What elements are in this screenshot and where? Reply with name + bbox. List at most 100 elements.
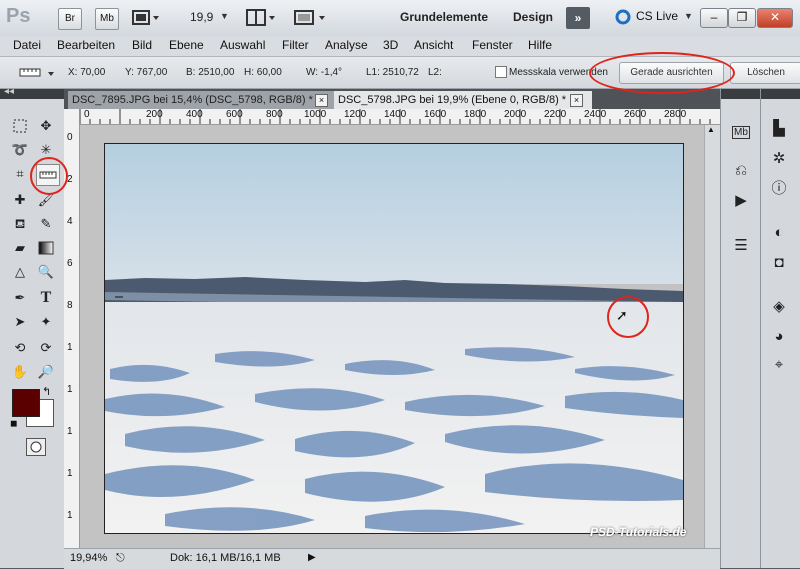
- marquee-tool-icon[interactable]: [10, 116, 30, 136]
- document-image[interactable]: [104, 143, 684, 534]
- workspace-design[interactable]: Design: [513, 10, 553, 24]
- panel-dock-header[interactable]: [761, 89, 800, 99]
- close-icon: ✕: [769, 10, 781, 24]
- vertical-scrollbar[interactable]: ▲: [704, 125, 721, 548]
- zoom-readout[interactable]: 19,94%: [70, 552, 107, 564]
- tool-preset-picker[interactable]: [18, 63, 56, 83]
- ruler-label: 1400: [384, 109, 407, 120]
- move-tool-icon[interactable]: ✥: [36, 116, 56, 136]
- ruler-label: 0: [67, 132, 73, 143]
- screen-mode-button[interactable]: [293, 9, 327, 27]
- export-icon[interactable]: ⎋: [116, 552, 125, 565]
- measure-scale-checkbox[interactable]: [495, 66, 507, 78]
- zoom-dropdown-icon[interactable]: ▼: [220, 11, 229, 21]
- watermark-text: PSD-Tutorials.de: [590, 525, 687, 539]
- ruler-label: 1: [67, 342, 73, 353]
- more-workspaces-button[interactable]: »: [566, 7, 590, 29]
- menu-bearbeiten[interactable]: Bearbeiten: [57, 38, 115, 52]
- healing-brush-tool-icon[interactable]: ✚: [10, 190, 30, 210]
- ruler-icon: [19, 68, 54, 77]
- menu-bild[interactable]: Bild: [132, 38, 152, 52]
- scroll-up-icon[interactable]: ▲: [707, 125, 715, 134]
- collapse-icon[interactable]: ◂◂: [4, 86, 14, 97]
- type-tool-icon[interactable]: T: [36, 288, 56, 308]
- menu-filter[interactable]: Filter: [282, 38, 309, 52]
- clone-stamp-tool-icon[interactable]: ⛾: [10, 214, 30, 234]
- tab-label: DSC_5798.JPG bei 19,9% (Ebene 0, RGB/8) …: [338, 94, 567, 106]
- menu-3d[interactable]: 3D: [383, 38, 398, 52]
- crop-tool-icon[interactable]: ⌗: [10, 164, 30, 184]
- paths-panel-icon[interactable]: ⌖: [767, 353, 791, 377]
- ruler-label: 800: [266, 109, 283, 120]
- arrange-documents-icon: [246, 9, 275, 26]
- tools-panel-header[interactable]: ◂◂: [0, 86, 64, 99]
- mini-bridge-button[interactable]: Mb: [95, 8, 119, 30]
- foreground-color-swatch[interactable]: [12, 389, 40, 417]
- adjustments-panel-icon[interactable]: ◐: [767, 221, 791, 245]
- dodge-tool-icon[interactable]: 🔍: [36, 262, 56, 282]
- workspace-grundelemente[interactable]: Grundelemente: [400, 10, 488, 24]
- bridge-button[interactable]: Br: [58, 8, 82, 30]
- menu-auswahl[interactable]: Auswahl: [220, 38, 265, 52]
- tab-dsc-7895[interactable]: DSC_7895.JPG bei 15,4% (DSC_5798, RGB/8)…: [68, 91, 340, 109]
- blur-tool-icon[interactable]: △: [10, 262, 30, 282]
- panel-dock-2: ▙ ✲ ⓘ ◐ ◘ ◈ ◕ ⌖: [760, 89, 800, 568]
- ruler-label: 1200: [344, 109, 367, 120]
- x-readout: X: 70,00: [68, 67, 106, 78]
- arrange-documents-button[interactable]: [246, 9, 276, 27]
- menu-analyse[interactable]: Analyse: [325, 38, 368, 52]
- ruler-label: 1: [67, 384, 73, 395]
- quick-mask-button[interactable]: [26, 438, 46, 456]
- menu-ebene[interactable]: Ebene: [169, 38, 204, 52]
- actions-panel-icon[interactable]: ▶: [729, 189, 753, 213]
- shape-tool-icon[interactable]: ✦: [36, 312, 56, 332]
- l2-readout: L2:: [428, 67, 442, 78]
- ruler-label: 1800: [464, 109, 487, 120]
- path-selection-tool-icon[interactable]: ➤: [10, 312, 30, 332]
- menu-ansicht[interactable]: Ansicht: [414, 38, 453, 52]
- tab-close-icon[interactable]: ×: [570, 94, 583, 107]
- tab-close-icon[interactable]: ×: [315, 94, 328, 107]
- w-readout: W: -1,4°: [306, 67, 343, 78]
- gradient-tool-icon[interactable]: [36, 238, 56, 258]
- pen-tool-icon[interactable]: ✒: [10, 288, 30, 308]
- swap-colors-icon[interactable]: ↰: [42, 385, 51, 398]
- tab-dsc-5798[interactable]: DSC_5798.JPG bei 19,9% (Ebene 0, RGB/8) …: [334, 91, 592, 109]
- menu-datei[interactable]: Datei: [13, 38, 41, 52]
- default-colors-icon[interactable]: ◼: [10, 418, 17, 429]
- ruler-label: 6: [67, 258, 73, 269]
- layers-panel-icon[interactable]: ◈: [767, 295, 791, 319]
- 3d-orbit-tool-icon[interactable]: ⟳: [36, 338, 56, 358]
- status-menu-icon[interactable]: ▶: [308, 552, 316, 563]
- history-panel-icon[interactable]: ⎌: [729, 159, 753, 183]
- document-size: Dok: 16,1 MB/16,1 MB: [170, 552, 281, 564]
- ruler-label: 1: [67, 468, 73, 479]
- zoom-tool-icon[interactable]: 🔎: [36, 362, 56, 382]
- info-panel-icon[interactable]: ⓘ: [767, 177, 791, 201]
- minimize-icon: –: [710, 10, 718, 24]
- view-extras-button[interactable]: [132, 9, 160, 27]
- minimize-button[interactable]: –: [700, 8, 728, 28]
- histogram-panel-icon[interactable]: ▙: [767, 117, 791, 141]
- hand-tool-icon[interactable]: ✋: [10, 362, 30, 382]
- clear-button[interactable]: Löschen: [730, 62, 800, 84]
- masks-panel-icon[interactable]: ◘: [767, 251, 791, 275]
- panel-dock-header[interactable]: [721, 89, 761, 99]
- mini-bridge-panel-icon[interactable]: Mb: [729, 119, 753, 143]
- tool-presets-panel-icon[interactable]: ☰: [729, 234, 753, 258]
- ruler-label: 8: [67, 300, 73, 311]
- ruler-label: 600: [226, 109, 243, 120]
- menu-hilfe[interactable]: Hilfe: [528, 38, 552, 52]
- navigator-panel-icon[interactable]: ✲: [767, 147, 791, 171]
- channels-panel-icon[interactable]: ◕: [767, 325, 791, 349]
- menu-fenster[interactable]: Fenster: [472, 38, 513, 52]
- eraser-tool-icon[interactable]: ▰: [10, 238, 30, 258]
- restore-button[interactable]: ❐: [728, 8, 756, 28]
- history-brush-tool-icon[interactable]: ✎: [36, 214, 56, 234]
- ruler-label: 4: [67, 216, 73, 227]
- 3d-rotate-tool-icon[interactable]: ⟲: [10, 338, 30, 358]
- lasso-tool-icon[interactable]: ➰: [10, 140, 30, 160]
- close-window-button[interactable]: ✕: [757, 8, 793, 28]
- ruler-label: 0: [84, 109, 90, 120]
- zoom-level-field[interactable]: 19,9: [190, 10, 213, 24]
